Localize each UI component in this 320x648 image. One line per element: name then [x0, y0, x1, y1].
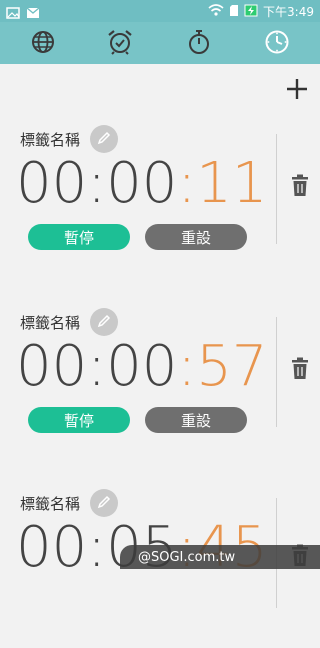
globe-icon: [31, 30, 55, 58]
timer-hours-minutes: 00:00: [16, 334, 178, 399]
watermark: @SOGI.com.tw: [120, 545, 320, 569]
timer-card: 標籤名稱 00:00:57 暫停 重設: [0, 307, 320, 467]
tab-stopwatch[interactable]: [185, 30, 213, 58]
battery-charging-icon: [244, 4, 258, 20]
timer-display: 00:00:57: [16, 337, 268, 397]
timer-icon: [264, 29, 290, 59]
timer-label: 標籤名稱: [20, 313, 81, 332]
delete-timer-button[interactable]: [290, 357, 310, 381]
sd-icon: [229, 4, 239, 20]
edit-label-button[interactable]: [90, 489, 119, 517]
add-timer-button[interactable]: [284, 76, 310, 102]
edit-label-button[interactable]: [90, 308, 119, 336]
pencil-icon: [97, 313, 111, 332]
trash-icon: [290, 357, 310, 385]
reset-button[interactable]: 重設: [145, 407, 247, 433]
timer-seconds: :11: [177, 151, 268, 216]
divider: [276, 134, 277, 244]
gallery-icon: [6, 4, 20, 23]
timer-label: 標籤名稱: [20, 494, 81, 513]
delete-timer-button[interactable]: [290, 174, 310, 198]
reset-button[interactable]: 重設: [145, 224, 247, 250]
alarm-clock-icon: [107, 29, 133, 59]
timer-card: 標籤名稱 00:00:11 暫停 重設: [0, 124, 320, 284]
tab-world-clock[interactable]: [29, 30, 57, 58]
timer-seconds: :57: [177, 334, 268, 399]
wifi-icon: [208, 4, 224, 19]
plus-icon: [284, 79, 310, 106]
tab-timer[interactable]: [263, 30, 291, 58]
status-bar: 下午3:49: [0, 0, 320, 22]
divider: [276, 317, 277, 427]
trash-icon: [290, 174, 310, 202]
edit-label-button[interactable]: [90, 125, 119, 153]
tab-bar: [0, 22, 320, 64]
timer-hours-minutes: 00:00: [16, 151, 178, 216]
pause-button[interactable]: 暫停: [28, 407, 130, 433]
pause-button[interactable]: 暫停: [28, 224, 130, 250]
clock-time: 下午3:49: [263, 5, 314, 19]
pencil-icon: [97, 130, 111, 149]
timer-label: 標籤名稱: [20, 130, 81, 149]
timer-display: 00:00:11: [16, 154, 268, 214]
pencil-icon: [97, 494, 111, 513]
timer-list: 標籤名稱 00:00:11 暫停 重設 標籤名稱 00:00:57 暫停 重設 …: [0, 64, 320, 608]
stopwatch-icon: [187, 29, 211, 59]
mail-icon: [26, 4, 40, 23]
tab-alarm[interactable]: [106, 30, 134, 58]
